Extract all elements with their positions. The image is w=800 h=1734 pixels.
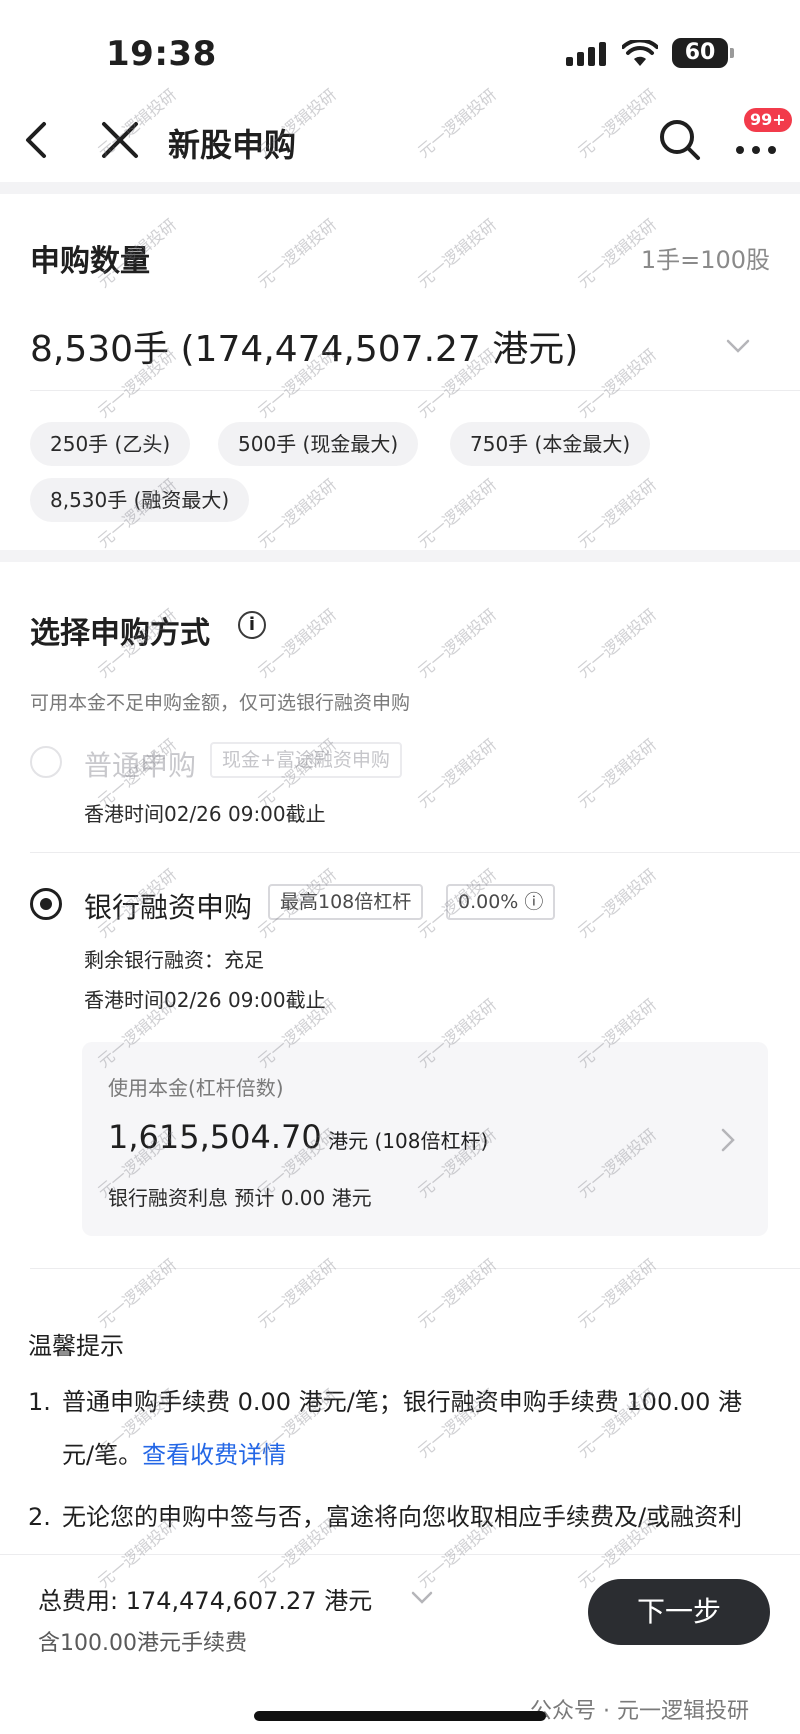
method-note: 可用本金不足申购金额，仅可选银行融资申购 [30, 692, 411, 714]
close-icon[interactable] [98, 118, 142, 162]
fee-included: 含100.00港元手续费 [38, 1631, 247, 1656]
tip-line: 无论您的申购中签与否，富途将向您收取相应手续费及/或融资利 [62, 1503, 743, 1531]
section-gap [0, 182, 800, 194]
section-gap [0, 550, 800, 562]
rate-tag[interactable]: 0.00% ⓘ [446, 884, 556, 920]
status-time: 19:38 [106, 34, 217, 74]
tip-line-text: 元/笔。 [62, 1441, 143, 1469]
quantity-chip[interactable]: 8,530手 (融资最大) [30, 478, 250, 522]
quantity-chip[interactable]: 500手 (现金最大) [218, 422, 419, 466]
option-tag-normal: 现金+富途融资申购 [210, 742, 402, 778]
chevron-down-icon[interactable] [410, 1589, 434, 1607]
battery-cap [730, 48, 734, 58]
chevron-right-icon [721, 1128, 735, 1152]
watermark-text: 元一逻辑投研 [574, 345, 660, 422]
interest-estimate: 银行融资利息 预计 0.00 港元 [108, 1186, 372, 1210]
signal-icon [566, 42, 608, 66]
quantity-value[interactable]: 8,530手 (174,474,507.27 港元) [30, 320, 578, 372]
status-bar: 19:38 60 [0, 0, 800, 100]
bottom-bar: 总费用: 174,474,607.27 港元 含100.00港元手续费 下一步 … [0, 1554, 800, 1734]
divider [30, 852, 800, 853]
divider [30, 1268, 800, 1269]
notification-badge: 99+ [744, 108, 792, 132]
tip-line: 元/笔。查看收费详情 [62, 1428, 286, 1482]
watermark-text: 元一逻辑投研 [574, 1255, 660, 1332]
quantity-chip[interactable]: 750手 (本金最大) [450, 422, 651, 466]
back-icon[interactable] [18, 118, 58, 162]
next-button[interactable]: 下一步 [588, 1579, 770, 1645]
option-title-bank: 银行融资申购 [84, 891, 253, 924]
lot-size-note: 1手=100股 [640, 246, 770, 274]
radio-bank-financing[interactable] [30, 888, 62, 920]
watermark-text: 元一逻辑投研 [254, 215, 340, 292]
divider [30, 390, 800, 391]
leverage-tag: 最高108倍杠杆 [268, 884, 424, 920]
battery-icon: 60 [672, 38, 728, 68]
option-title-normal: 普通申购 [84, 749, 197, 782]
principal-card[interactable]: 使用本金(杠杆倍数) 1,615,504.70 港元 (108倍杠杆) 银行融资… [82, 1042, 768, 1236]
info-icon[interactable]: i [238, 611, 266, 639]
watermark-text: 元一逻辑投研 [414, 215, 500, 292]
principal-value: 1,615,504.70 [108, 1118, 322, 1156]
watermark-text: 元一逻辑投研 [254, 475, 340, 552]
fee-details-link[interactable]: 查看收费详情 [142, 1441, 286, 1469]
radio-normal-subscription[interactable] [30, 746, 62, 778]
nav-bar: 新股申购 99+ [0, 100, 800, 180]
tip-line: 普通申购手续费 0.00 港元/笔；银行融资申购手续费 100.00 港 [62, 1388, 743, 1416]
watermark-text: 元一逻辑投研 [414, 1255, 500, 1332]
tip-number: 1. [28, 1388, 51, 1416]
wifi-icon [622, 40, 658, 66]
option-deadline-bank: 香港时间02/26 09:00截止 [84, 988, 326, 1012]
watermark-text: 元一逻辑投研 [254, 1255, 340, 1332]
watermark-text: 元一逻辑投研 [414, 735, 500, 812]
principal-unit: 港元 (108倍杠杆) [321, 1129, 489, 1153]
remaining-financing: 剩余银行融资：充足 [84, 948, 264, 972]
watermark-text: 元一逻辑投研 [94, 1255, 180, 1332]
principal-amount: 1,615,504.70 港元 (108倍杠杆) [108, 1118, 488, 1156]
watermark-text: 元一逻辑投研 [574, 605, 660, 682]
chevron-down-icon[interactable] [724, 332, 752, 360]
option-deadline-normal: 香港时间02/26 09:00截止 [84, 802, 326, 826]
watermark-text: 元一逻辑投研 [414, 605, 500, 682]
watermark-text: 元一逻辑投研 [574, 735, 660, 812]
tips-title: 温馨提示 [28, 1332, 124, 1360]
home-indicator[interactable] [254, 1711, 546, 1721]
watermark-text: 元一逻辑投研 [574, 475, 660, 552]
page-title: 新股申购 [168, 126, 297, 164]
footer-note: 公众号 · 元一逻辑投研 [530, 1699, 749, 1724]
tip-number: 2. [28, 1503, 51, 1531]
quantity-title: 申购数量 [30, 244, 150, 279]
quantity-chip[interactable]: 250手 (乙头) [30, 422, 191, 466]
method-title: 选择申购方式 [30, 616, 210, 651]
watermark-text: 元一逻辑投研 [254, 605, 340, 682]
total-cost: 总费用: 174,474,607.27 港元 [38, 1587, 373, 1615]
watermark-text: 元一逻辑投研 [574, 865, 660, 942]
principal-label: 使用本金(杠杆倍数) [108, 1076, 284, 1100]
search-icon[interactable] [656, 116, 704, 164]
watermark-text: 元一逻辑投研 [414, 475, 500, 552]
